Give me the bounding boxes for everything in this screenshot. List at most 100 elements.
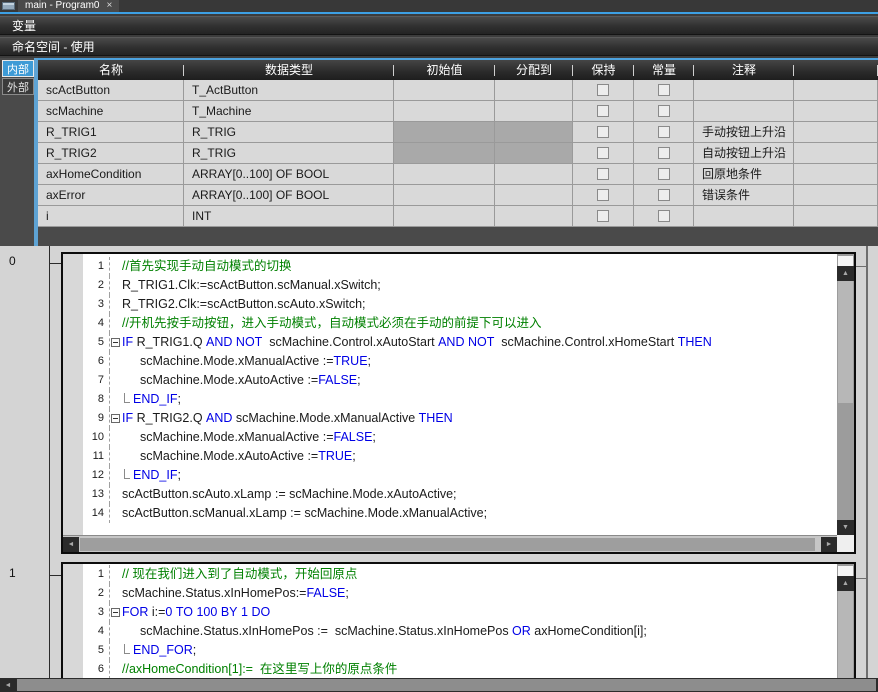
cell-name[interactable]: R_TRIG2	[38, 143, 184, 163]
namespace-section-bar[interactable]: 命名空间 - 使用	[0, 37, 878, 56]
cell-datatype[interactable]: R_TRIG	[184, 143, 394, 163]
horizontal-scrollbar[interactable]: ◄ ►	[63, 535, 837, 552]
retain-checkbox[interactable]	[597, 189, 609, 201]
cell-comment[interactable]	[694, 80, 794, 100]
cell-initial[interactable]	[394, 101, 495, 121]
constant-checkbox[interactable]	[658, 126, 670, 138]
retain-checkbox[interactable]	[597, 126, 609, 138]
scroll-down-button[interactable]: ▼	[837, 520, 854, 535]
cell-initial[interactable]	[394, 143, 495, 163]
code-line[interactable]: 4//开机先按手动按钮，进入手动模式，自动模式必须在手动的前提下可以进入	[63, 314, 837, 333]
scroll-up-button[interactable]: ▲	[837, 266, 854, 281]
constant-checkbox[interactable]	[658, 189, 670, 201]
cell-name[interactable]: i	[38, 206, 184, 226]
code-line[interactable]: 7scMachine.Mode.xAutoActive :=FALSE;	[63, 371, 837, 390]
cell-comment[interactable]: 回原地条件	[694, 164, 794, 184]
code-line[interactable]: 6scMachine.Mode.xManualActive :=TRUE;	[63, 352, 837, 371]
code-line[interactable]: 11scMachine.Mode.xAutoActive :=TRUE;	[63, 447, 837, 466]
rung1-label[interactable]: 1	[9, 566, 16, 580]
fold-collapse-icon[interactable]	[111, 608, 120, 617]
retain-checkbox[interactable]	[597, 147, 609, 159]
rung0-label[interactable]: 0	[9, 254, 16, 268]
cell-initial[interactable]	[394, 122, 495, 142]
scroll-right-button[interactable]: ►	[821, 537, 837, 552]
code-line[interactable]: 14scActButton.scManual.xLamp := scMachin…	[63, 504, 837, 523]
code-line[interactable]: 1// 现在我们进入到了自动模式，开始回原点	[63, 565, 837, 584]
col-assign[interactable]: 分配到	[495, 60, 573, 80]
cell-name[interactable]: scMachine	[38, 101, 184, 121]
table-row[interactable]: R_TRIG1R_TRIG 手动按钮上升沿	[38, 122, 878, 143]
table-row[interactable]: scMachineT_Machine	[38, 101, 878, 122]
constant-checkbox[interactable]	[658, 210, 670, 222]
scroll-up-button[interactable]: ▲	[837, 576, 854, 591]
cell-datatype[interactable]: T_ActButton	[184, 80, 394, 100]
variables-section-bar[interactable]: 变量	[0, 16, 878, 35]
code-line[interactable]: 5IF R_TRIG1.Q AND NOT scMachine.Control.…	[63, 333, 837, 352]
code-line[interactable]: 13scActButton.scAuto.xLamp := scMachine.…	[63, 485, 837, 504]
scrollbar-thumb[interactable]	[17, 679, 876, 691]
code-line[interactable]: 5END_FOR;	[63, 641, 837, 660]
cell-name[interactable]: scActButton	[38, 80, 184, 100]
code-line[interactable]: 4scMachine.Status.xInHomePos := scMachin…	[63, 622, 837, 641]
cell-assign[interactable]	[495, 185, 573, 205]
code-line[interactable]: 8END_IF;	[63, 390, 837, 409]
cell-name[interactable]: axHomeCondition	[38, 164, 184, 184]
close-icon[interactable]: ×	[106, 0, 112, 12]
code-block-1[interactable]: 1// 现在我们进入到了自动模式，开始回原点2scMachine.Status.…	[61, 562, 856, 678]
tab-internal[interactable]: 内部	[2, 60, 34, 77]
fold-collapse-icon[interactable]	[111, 338, 120, 347]
code-line[interactable]: 12END_IF;	[63, 466, 837, 485]
retain-checkbox[interactable]	[597, 105, 609, 117]
cell-comment[interactable]	[694, 101, 794, 121]
code-block-0[interactable]: 1//首先实现手动自动模式的切换2R_TRIG1.Clk:=scActButto…	[61, 252, 856, 554]
code-line[interactable]: 3R_TRIG2.Clk:=scActButton.scAuto.xSwitch…	[63, 295, 837, 314]
table-row[interactable]: axErrorARRAY[0..100] OF BOOL错误条件	[38, 185, 878, 206]
cell-datatype[interactable]: T_Machine	[184, 101, 394, 121]
table-row[interactable]: R_TRIG2R_TRIG 自动按钮上升沿	[38, 143, 878, 164]
retain-checkbox[interactable]	[597, 84, 609, 96]
col-datatype[interactable]: 数据类型	[184, 60, 394, 80]
cell-datatype[interactable]: ARRAY[0..100] OF BOOL	[184, 185, 394, 205]
code-line[interactable]: 1//首先实现手动自动模式的切换	[63, 257, 837, 276]
retain-checkbox[interactable]	[597, 168, 609, 180]
constant-checkbox[interactable]	[658, 147, 670, 159]
col-retain[interactable]: 保持	[573, 60, 634, 80]
cell-name[interactable]: R_TRIG1	[38, 122, 184, 142]
col-constant[interactable]: 常量	[634, 60, 694, 80]
scroll-left-button[interactable]: ◄	[0, 678, 16, 692]
cell-datatype[interactable]: ARRAY[0..100] OF BOOL	[184, 164, 394, 184]
tab-external[interactable]: 外部	[2, 78, 34, 95]
cell-assign[interactable]	[495, 143, 573, 163]
cell-assign[interactable]	[495, 101, 573, 121]
retain-checkbox[interactable]	[597, 210, 609, 222]
fold-collapse-icon[interactable]	[111, 414, 120, 423]
scrollbar-thumb[interactable]	[80, 538, 815, 551]
code-line[interactable]: 2R_TRIG1.Clk:=scActButton.scManual.xSwit…	[63, 276, 837, 295]
cell-initial[interactable]	[394, 164, 495, 184]
code-line[interactable]: 10scMachine.Mode.xManualActive :=FALSE;	[63, 428, 837, 447]
cell-initial[interactable]	[394, 206, 495, 226]
scroll-left-button[interactable]: ◄	[63, 537, 79, 552]
constant-checkbox[interactable]	[658, 84, 670, 96]
cell-comment[interactable]: 自动按钮上升沿	[694, 143, 794, 163]
cell-datatype[interactable]: INT	[184, 206, 394, 226]
cell-comment[interactable]: 手动按钮上升沿	[694, 122, 794, 142]
table-row[interactable]: iINT	[38, 206, 878, 227]
cell-initial[interactable]	[394, 185, 495, 205]
app-horizontal-scrollbar[interactable]: ◄	[0, 678, 878, 692]
constant-checkbox[interactable]	[658, 105, 670, 117]
cell-assign[interactable]	[495, 80, 573, 100]
col-comment[interactable]: 注释	[694, 60, 794, 80]
table-row[interactable]: axHomeConditionARRAY[0..100] OF BOOL 回原地条…	[38, 164, 878, 185]
constant-checkbox[interactable]	[658, 168, 670, 180]
tab-main-program0[interactable]: main - Program0 ×	[18, 0, 119, 12]
scrollbar-thumb[interactable]	[838, 591, 853, 678]
col-name[interactable]: 名称	[38, 60, 184, 80]
cell-assign[interactable]	[495, 164, 573, 184]
cell-comment[interactable]	[694, 206, 794, 226]
cell-assign[interactable]	[495, 206, 573, 226]
cell-datatype[interactable]: R_TRIG	[184, 122, 394, 142]
cell-name[interactable]: axError	[38, 185, 184, 205]
vertical-scrollbar[interactable]: ▲ ▼	[837, 254, 854, 535]
cell-initial[interactable]	[394, 80, 495, 100]
